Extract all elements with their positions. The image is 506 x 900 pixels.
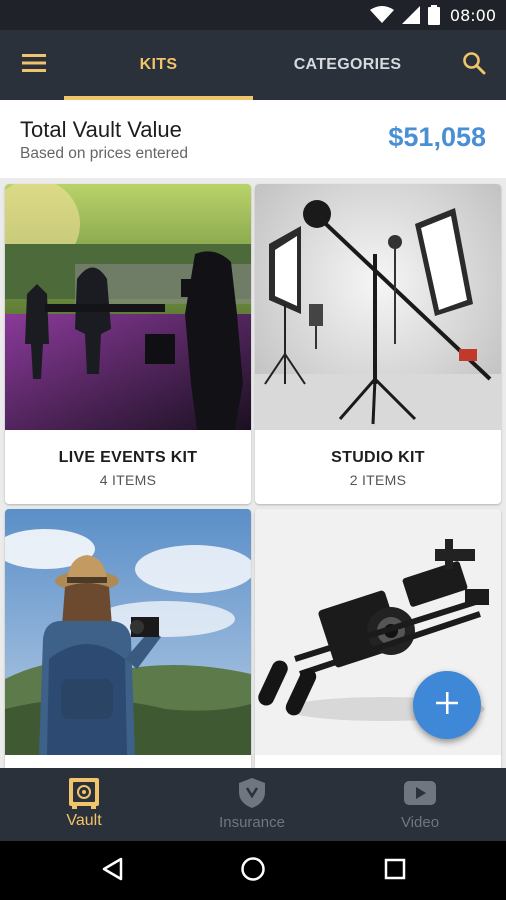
- play-video-icon: [404, 776, 436, 810]
- kit-item-count: 4 ITEMS: [99, 472, 157, 488]
- studio-lights-photo: [255, 184, 501, 430]
- kit-item-count: 2 ITEMS: [349, 472, 407, 488]
- nav-vault[interactable]: Vault: [0, 768, 168, 841]
- nav-video[interactable]: Video: [336, 768, 504, 841]
- nav-insurance[interactable]: Insurance: [168, 768, 336, 841]
- search-button[interactable]: [456, 48, 492, 82]
- clock-time: 08:00: [449, 5, 496, 25]
- wavy-divider: [0, 172, 506, 178]
- nav-label: Vault: [66, 812, 102, 829]
- bottom-navigation: Vault Insurance Video: [0, 768, 506, 841]
- home-icon: [240, 856, 266, 887]
- system-navigation-bar: [0, 841, 506, 900]
- kit-card-live-events[interactable]: LIVE EVENTS KIT 4 ITEMS: [5, 184, 251, 504]
- menu-button[interactable]: [16, 48, 52, 82]
- vault-subtitle: Based on prices entered: [20, 145, 189, 162]
- traveler-backpack-photo: [5, 509, 251, 755]
- kit-title: LIVE EVENTS KIT: [58, 449, 198, 466]
- vault-title: Total Vault Value: [20, 117, 182, 142]
- vault-safe-icon: [68, 776, 100, 810]
- recent-apps-button[interactable]: [375, 853, 415, 889]
- kit-title: STUDIO KIT: [331, 449, 425, 466]
- nav-label: Insurance: [219, 814, 285, 831]
- vault-summary: Total Vault Value Based on prices entere…: [0, 100, 506, 178]
- search-icon: [462, 51, 486, 80]
- vault-total-amount: $51,058: [388, 122, 486, 152]
- back-icon: [101, 857, 123, 886]
- back-button[interactable]: [92, 853, 132, 889]
- app-bar: KITS CATEGORIES: [0, 30, 506, 100]
- hamburger-menu-icon: [22, 53, 46, 77]
- nav-label: Video: [400, 814, 440, 831]
- status-bar: 08:00: [0, 0, 506, 30]
- plus-icon: [436, 691, 458, 719]
- signal-icon: [401, 6, 420, 24]
- add-kit-button[interactable]: [413, 671, 481, 739]
- home-button[interactable]: [233, 853, 273, 889]
- recent-apps-icon: [384, 858, 406, 885]
- tab-categories[interactable]: CATEGORIES: [253, 30, 442, 100]
- tab-kits[interactable]: KITS: [64, 30, 253, 100]
- battery-icon: [427, 5, 440, 25]
- shield-icon: [239, 776, 265, 810]
- wifi-icon: [369, 6, 394, 24]
- kit-card-travel[interactable]: [5, 509, 251, 768]
- kit-card-studio[interactable]: STUDIO KIT 2 ITEMS: [255, 184, 501, 504]
- concert-stage-photo: [5, 184, 251, 430]
